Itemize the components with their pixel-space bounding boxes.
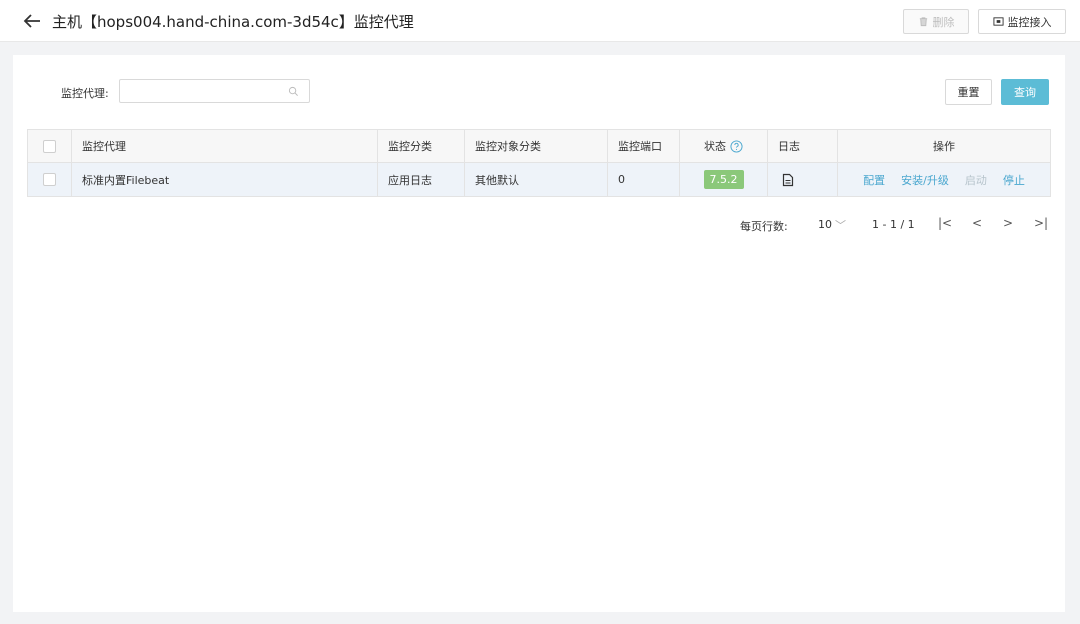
cell-port: 0 <box>608 163 680 196</box>
col-header-category[interactable]: 监控分类 <box>378 130 465 162</box>
delete-button-label: 删除 <box>932 15 955 29</box>
page-size-select[interactable]: 10 <box>818 218 832 231</box>
page-title: 主机【hops004.hand-china.com-3d54c】监控代理 <box>52 13 414 31</box>
rows-per-page-label: 每页行数: <box>740 220 788 233</box>
connect-icon <box>992 17 1004 26</box>
cell-category: 应用日志 <box>378 163 465 196</box>
configure-link[interactable]: 配置 <box>863 172 885 188</box>
next-page-icon[interactable]: > <box>1003 216 1013 230</box>
cell-status: 7.5.2 <box>680 163 768 196</box>
select-all-checkbox[interactable] <box>43 139 56 153</box>
last-page-icon[interactable]: >| <box>1034 216 1048 230</box>
cell-agent-name: 标准内置Filebeat <box>72 163 378 196</box>
stop-link[interactable]: 停止 <box>1003 172 1025 188</box>
top-bar: 主机【hops004.hand-china.com-3d54c】监控代理 删除 … <box>0 0 1080 42</box>
back-arrow-icon[interactable] <box>20 9 44 33</box>
cell-log <box>768 163 838 196</box>
first-page-icon[interactable]: |< <box>938 216 952 230</box>
help-icon[interactable] <box>730 139 743 153</box>
monitor-agent-search[interactable] <box>119 79 310 103</box>
filter-label: 监控代理: <box>61 87 109 100</box>
col-header-actions: 操作 <box>933 140 955 153</box>
col-header-port[interactable]: 监控端口 <box>608 130 680 162</box>
col-header-log: 日志 <box>768 130 838 162</box>
search-icon[interactable] <box>288 86 299 97</box>
query-button[interactable]: 查询 <box>1001 79 1049 105</box>
agent-table: 监控代理 监控分类 监控对象分类 监控端口 状态 日志 操作 标准内置Fileb… <box>27 129 1051 197</box>
table-row[interactable]: 标准内置Filebeat 应用日志 其他默认 0 7.5.2 配置 安装/升级 … <box>28 163 1050 196</box>
start-link[interactable]: 启动 <box>965 172 987 188</box>
reset-button[interactable]: 重置 <box>945 79 992 105</box>
col-header-status-label: 状态 <box>704 140 726 153</box>
monitor-connect-button[interactable]: 监控接入 <box>978 9 1066 34</box>
delete-button[interactable]: 删除 <box>903 9 969 34</box>
cell-actions: 配置 安装/升级 启动 停止 <box>838 163 1050 196</box>
col-header-agent[interactable]: 监控代理 <box>72 130 378 162</box>
row-checkbox-cell <box>28 163 72 196</box>
log-document-icon[interactable] <box>782 173 794 187</box>
monitor-agent-input[interactable] <box>120 80 280 102</box>
row-checkbox[interactable] <box>43 173 56 186</box>
header-checkbox-cell <box>28 130 72 162</box>
col-header-status: 状态 <box>680 130 768 162</box>
content-card: 监控代理: 重置 查询 监控代理 监控分类 监控对象分类 监控端口 状态 日志 … <box>13 55 1065 612</box>
col-header-object-category[interactable]: 监控对象分类 <box>465 130 608 162</box>
prev-page-icon[interactable]: < <box>972 216 982 230</box>
cell-object-category: 其他默认 <box>465 163 608 196</box>
install-upgrade-link[interactable]: 安装/升级 <box>901 172 949 188</box>
trash-icon <box>919 17 927 27</box>
version-badge: 7.5.2 <box>703 170 744 189</box>
table-header: 监控代理 监控分类 监控对象分类 监控端口 状态 日志 操作 <box>28 130 1050 163</box>
chevron-down-icon[interactable]: ﹀ <box>835 217 846 233</box>
monitor-connect-label: 监控接入 <box>1007 15 1052 29</box>
pagination: 每页行数: 10 ﹀ 1 - 1 / 1 |< < > >| <box>13 215 1065 235</box>
page-range: 1 - 1 / 1 <box>872 218 915 231</box>
